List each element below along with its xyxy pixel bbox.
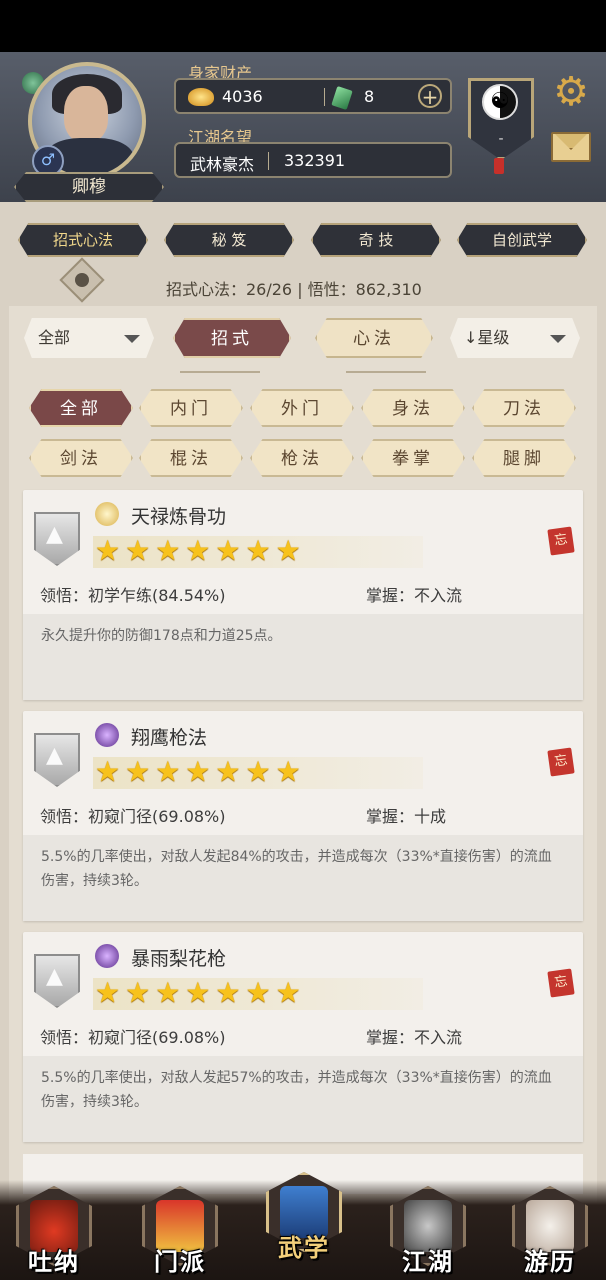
- mail-envelope-icon[interactable]: [551, 132, 591, 162]
- skill-card[interactable]: 天禄炼骨功 ★★★★★★★ 忘 领悟：初学乍练(84.54%) 掌握：不入流 永…: [23, 490, 583, 700]
- skill-description: 5.5%的几率使出，对敌人发起84%的攻击，并造成每次（33%*直接伤害）的流血…: [23, 835, 583, 921]
- nav-sect[interactable]: 门派: [138, 1186, 222, 1280]
- reputation-bar: 武林豪杰 332391: [174, 142, 452, 178]
- comprehension-text: 领悟：初学乍练(84.54%): [40, 586, 226, 605]
- mastery-text: 掌握：十成: [366, 807, 447, 826]
- tab-secret-manuals[interactable]: 秘 笈: [164, 223, 294, 257]
- category-dropdown-value: 全部: [38, 328, 71, 347]
- skill-description: 永久提升你的防御178点和力道25点。: [23, 614, 583, 700]
- spear-skill-type-icon: [95, 944, 119, 968]
- forget-button[interactable]: 忘: [547, 747, 575, 777]
- sect-badge-text: -: [498, 131, 504, 147]
- gold-ingot-icon: [188, 88, 214, 106]
- tassel-icon: [494, 158, 504, 174]
- divider-right: [346, 371, 426, 373]
- tab-special-skills[interactable]: 奇 技: [311, 223, 441, 257]
- chevron-down-icon: [550, 335, 566, 343]
- yin-yang-icon: ☯: [482, 84, 518, 120]
- nav-label: 江湖: [402, 1248, 454, 1276]
- jade-amount: 8: [364, 87, 375, 106]
- add-currency-button[interactable]: +: [418, 84, 442, 108]
- mastery-text: 掌握：不入流: [366, 586, 463, 605]
- chip-all[interactable]: 全部: [29, 389, 133, 427]
- settings-gear-icon[interactable]: ⚙: [551, 72, 591, 112]
- wealth-separator: [324, 88, 325, 106]
- nav-label: 门派: [154, 1248, 206, 1276]
- upgrade-shield-icon[interactable]: [34, 512, 80, 566]
- skill-description: 5.5%的几率使出，对敌人发起57%的攻击，并造成每次（33%*直接伤害）的流血…: [23, 1056, 583, 1142]
- skill-name: 暴雨梨花枪: [131, 948, 227, 970]
- skill-stats: 招式心法：26/26 | 悟性：862,310: [166, 280, 422, 299]
- chip-spear[interactable]: 枪法: [250, 439, 354, 477]
- reputation-value: 332391: [284, 151, 346, 170]
- star-rating: ★★★★★★★: [95, 976, 306, 1009]
- nav-jianghu[interactable]: 江湖: [386, 1186, 470, 1280]
- wealth-bar: 4036 8 +: [174, 78, 452, 114]
- sort-dropdown-value: ↓星级: [464, 328, 510, 347]
- skill-name: 天禄炼骨功: [131, 506, 227, 528]
- jade-currency-icon: [331, 86, 353, 110]
- tab-self-created[interactable]: 自创武学: [457, 223, 587, 257]
- upgrade-shield-icon[interactable]: [34, 954, 80, 1008]
- eye-pupil: [75, 273, 89, 287]
- star-rating: ★★★★★★★: [95, 534, 306, 567]
- mastery-text: 掌握：不入流: [366, 1028, 463, 1047]
- chip-body-technique[interactable]: 身法: [361, 389, 465, 427]
- chip-blade[interactable]: 刀法: [472, 389, 576, 427]
- reputation-title: 武林豪杰: [190, 155, 255, 174]
- status-bar-area: [0, 0, 606, 52]
- comprehension-text: 领悟：初窥门径(69.08%): [40, 1028, 226, 1047]
- category-dropdown[interactable]: 全部: [24, 318, 154, 358]
- gold-skill-type-icon: [95, 502, 119, 526]
- chip-leg[interactable]: 腿脚: [472, 439, 576, 477]
- nav-label: 吐纳: [28, 1248, 80, 1276]
- forget-button[interactable]: 忘: [547, 526, 575, 556]
- nav-label: 武学: [278, 1234, 330, 1262]
- sort-dropdown[interactable]: ↓星级: [450, 318, 580, 358]
- skill-card[interactable]: 暴雨梨花枪 ★★★★★★★ 忘 领悟：初窥门径(69.08%) 掌握：不入流 5…: [23, 932, 583, 1142]
- chevron-down-icon: [124, 335, 140, 343]
- chip-inner[interactable]: 内门: [139, 389, 243, 427]
- nav-label: 游历: [524, 1248, 576, 1276]
- skill-name: 翔鹰枪法: [131, 727, 208, 749]
- gold-amount: 4036: [222, 87, 263, 106]
- tab-moves-and-methods[interactable]: 招式心法: [18, 223, 148, 257]
- nav-travel[interactable]: 游历: [508, 1186, 592, 1280]
- chip-outer[interactable]: 外门: [250, 389, 354, 427]
- upgrade-shield-icon[interactable]: [34, 733, 80, 787]
- forget-button[interactable]: 忘: [547, 968, 575, 998]
- chip-staff[interactable]: 棍法: [139, 439, 243, 477]
- avatar-face: [64, 86, 108, 142]
- skill-card[interactable]: 翔鹰枪法 ★★★★★★★ 忘 领悟：初窥门径(69.08%) 掌握：十成 5.5…: [23, 711, 583, 921]
- chip-fist-palm[interactable]: 拳掌: [361, 439, 465, 477]
- nav-martial-arts[interactable]: 武学: [262, 1172, 346, 1266]
- star-rating: ★★★★★★★: [95, 755, 306, 788]
- toggle-moves[interactable]: 招式: [173, 318, 291, 358]
- spear-skill-type-icon: [95, 723, 119, 747]
- player-name: 卿穆: [14, 172, 164, 202]
- nav-meditation[interactable]: 吐纳: [12, 1186, 96, 1280]
- reputation-separator: [268, 152, 269, 170]
- chip-sword[interactable]: 剑法: [29, 439, 133, 477]
- comprehension-text: 领悟：初窥门径(69.08%): [40, 807, 226, 826]
- divider-left: [180, 371, 260, 373]
- toggle-methods[interactable]: 心法: [315, 318, 433, 358]
